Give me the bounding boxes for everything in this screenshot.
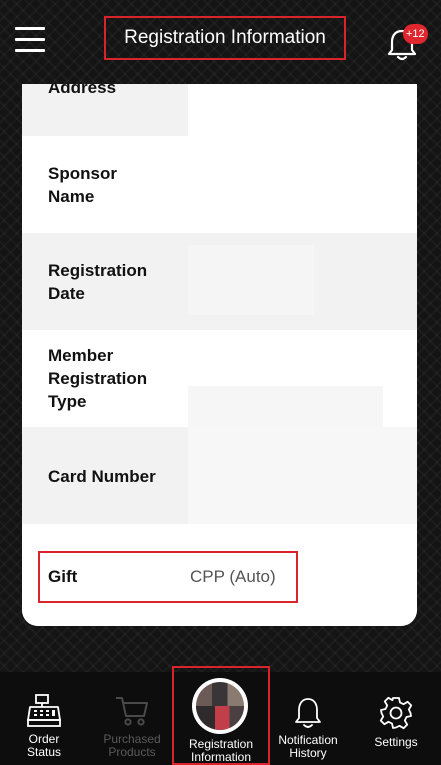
app-header: Registration Information +12 [0, 0, 441, 88]
field-value-registration-date [188, 245, 314, 315]
field-row-card-number: Card Number [22, 427, 417, 524]
notification-count-badge: +12 [403, 24, 428, 44]
field-row-sponsor-name: Sponsor Name [22, 136, 417, 233]
cash-register-icon [27, 694, 61, 727]
hamburger-menu-icon[interactable] [15, 27, 45, 53]
nav-label: Order Status [26, 732, 62, 759]
nav-label: Notification History [278, 733, 338, 760]
nav-label: Registration Information [188, 737, 254, 764]
nav-label: Purchased Products [103, 732, 161, 759]
field-row-gift: Gift CPP (Auto) [22, 524, 417, 626]
nav-item-order-status[interactable]: Order Status [8, 672, 80, 765]
gift-highlight: Gift CPP (Auto) [38, 551, 298, 603]
field-label: Address [48, 84, 117, 97]
notifications-button[interactable]: +12 [386, 24, 428, 64]
field-label: Card Number [48, 467, 156, 486]
gear-icon [379, 696, 413, 730]
nav-item-purchased-products[interactable]: Purchased Products [92, 672, 172, 765]
nav-item-registration-information[interactable]: Registration Information [172, 666, 270, 765]
nav-label: Settings [374, 735, 418, 749]
nav-item-settings[interactable]: Settings [360, 672, 432, 765]
field-row-address: Address [22, 84, 417, 136]
field-row-registration-date: Registration Date [22, 233, 417, 330]
field-value-member-registration-type [188, 386, 383, 427]
registration-info-card: Address Sponsor Name Registration Date M… [22, 84, 417, 626]
page-title-text: Registration Information [124, 27, 326, 48]
field-row-member-registration-type: Member Registration Type [22, 330, 417, 427]
gift-value: CPP (Auto) [190, 567, 276, 586]
gift-label: Gift [48, 567, 78, 586]
field-label: Registration Date [48, 261, 148, 303]
field-label: Member Registration Type [48, 346, 148, 411]
bottom-navigation: Order Status Purchased Products Registra… [0, 666, 441, 765]
field-value-address [188, 84, 417, 136]
shopping-cart-icon [116, 697, 148, 726]
field-label: Sponsor Name [48, 164, 117, 206]
nav-item-notification-history[interactable]: Notification History [268, 672, 348, 765]
field-value-card-number [188, 427, 417, 524]
avatar [192, 678, 248, 734]
page-title: Registration Information [104, 16, 346, 60]
bell-icon [295, 698, 321, 728]
